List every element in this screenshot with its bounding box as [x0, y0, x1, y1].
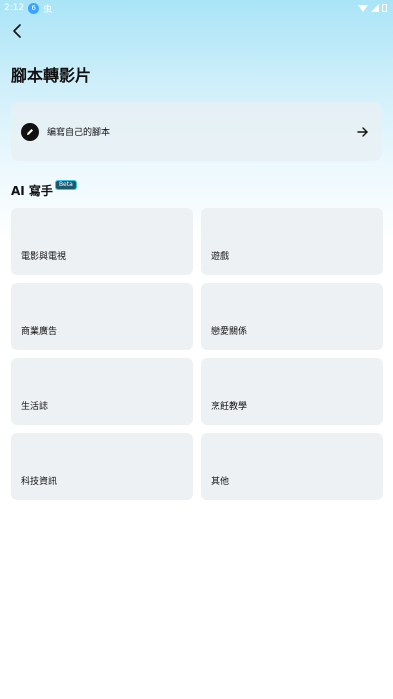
beta-badge: Beta: [54, 180, 77, 190]
status-time: 2:12: [4, 3, 25, 13]
category-tile-commercial[interactable]: 商業廣告: [11, 283, 193, 350]
pen-icon: [21, 122, 39, 141]
category-label: 遊戲: [211, 252, 230, 262]
category-label: 科技資訊: [21, 477, 58, 487]
status-bar: 2:12 6 虫: [0, 0, 393, 16]
wifi-icon: [358, 4, 368, 12]
ai-writer-title: AI 寫手: [11, 184, 53, 198]
notification-badge-icon: 6: [28, 2, 40, 14]
category-tile-tech[interactable]: 科技資訊: [11, 433, 193, 500]
category-tile-lifestyle[interactable]: 生活誌: [11, 358, 193, 425]
category-tile-other[interactable]: 其他: [201, 433, 383, 500]
category-label: 烹飪教學: [211, 402, 248, 412]
carrier-icon: 虫: [43, 4, 53, 15]
signal-icon: [371, 4, 379, 12]
arrow-right-icon: [357, 126, 368, 137]
chevron-left-icon: [13, 24, 21, 38]
write-own-label: 编寫自己的腳本: [47, 128, 111, 138]
category-tile-cooking[interactable]: 烹飪教學: [201, 358, 383, 425]
category-tile-film-tv[interactable]: 電影與電視: [11, 208, 193, 275]
category-label: 商業廣告: [21, 327, 58, 337]
write-own-script-button[interactable]: 编寫自己的腳本: [11, 102, 382, 161]
battery-icon: [382, 4, 387, 12]
category-label: 其他: [211, 477, 230, 487]
ai-writer-heading: AI 寫手 Beta: [11, 180, 77, 199]
page-title: 腳本轉影片: [11, 66, 92, 85]
category-label: 戀愛關係: [211, 327, 248, 337]
back-button[interactable]: [6, 20, 28, 42]
category-grid: 電影與電視 遊戲 商業廣告 戀愛關係 生活誌 烹飪教學 科技資訊 其他: [11, 208, 383, 500]
category-label: 生活誌: [21, 402, 49, 412]
category-label: 電影與電視: [21, 252, 67, 262]
category-tile-games[interactable]: 遊戲: [201, 208, 383, 275]
category-tile-romance[interactable]: 戀愛關係: [201, 283, 383, 350]
